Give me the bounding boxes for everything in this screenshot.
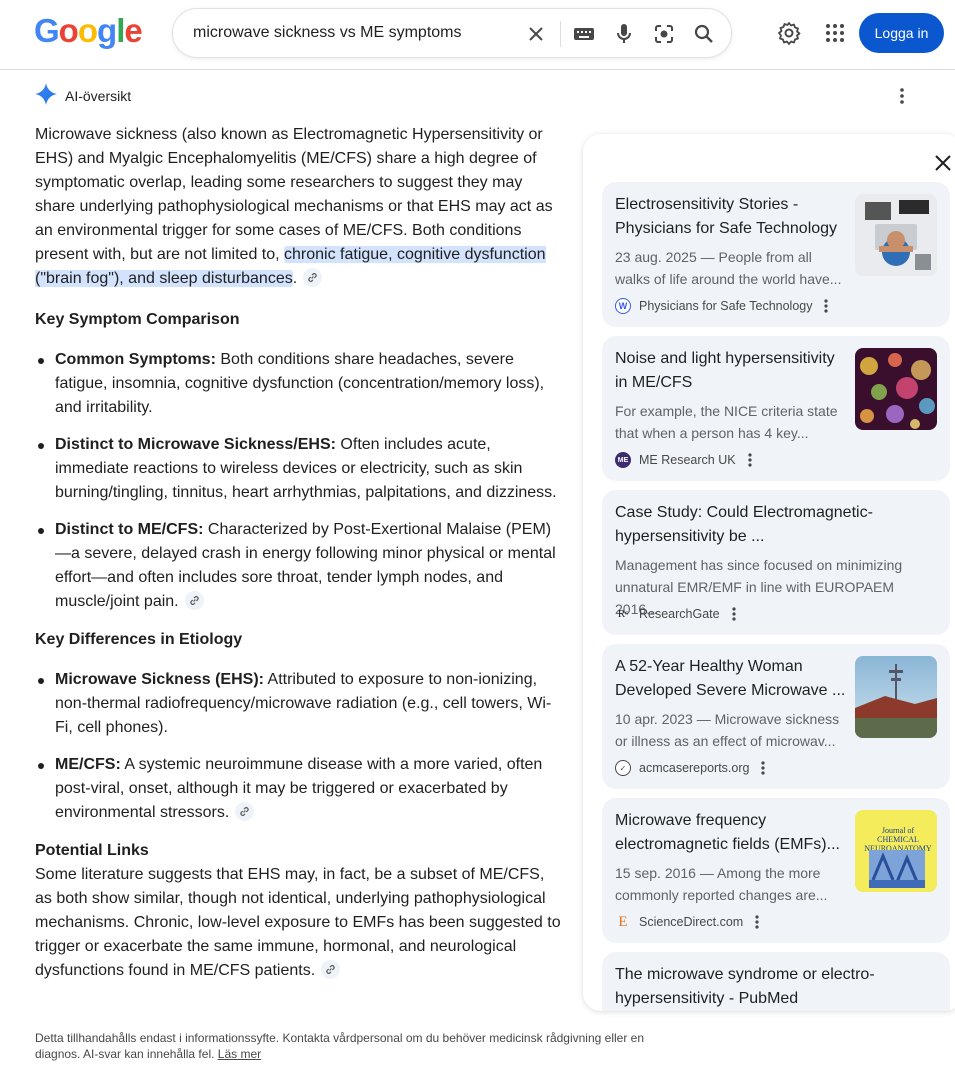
list-item: Distinct to Microwave Sickness/EHS: Ofte…: [35, 433, 565, 505]
search-input[interactable]: microwave sickness vs ME symptoms: [193, 24, 462, 42]
keyboard-icon[interactable]: [572, 22, 596, 46]
search-divider: [560, 21, 561, 47]
more-options-icon[interactable]: [824, 299, 829, 313]
source-thumbnail[interactable]: [855, 656, 937, 738]
source-attribution: E ScienceDirect.com: [615, 912, 759, 932]
microphone-icon[interactable]: [612, 22, 636, 46]
source-card[interactable]: Electrosensitivity Stories - Physicians …: [602, 182, 950, 327]
source-title[interactable]: Electrosensitivity Stories - Physicians …: [615, 193, 847, 241]
intro-paragraph: Microwave sickness (also known as Electr…: [35, 126, 553, 288]
etiology-list: Microwave Sickness (EHS): Attributed to …: [35, 668, 565, 825]
journal-cover-title: Journal of CHEMICAL NEUROANATOMY: [864, 826, 932, 853]
search-box[interactable]: microwave sickness vs ME symptoms: [172, 8, 732, 58]
source-name: Physicians for Safe Technology: [639, 299, 813, 313]
elsevier-icon: E: [618, 913, 628, 930]
source-thumbnail[interactable]: [855, 194, 937, 276]
source-attribution: ✓ acmcasereports.org: [615, 758, 766, 778]
link-icon[interactable]: [303, 268, 323, 288]
source-card[interactable]: Noise and light hypersensitivity in ME/C…: [602, 336, 950, 481]
login-button[interactable]: Logga in: [859, 13, 944, 53]
links-paragraph: Some literature suggests that EHS may, i…: [35, 866, 561, 980]
close-icon[interactable]: [930, 150, 955, 176]
sparkle-icon: [35, 82, 57, 110]
source-card[interactable]: A 52-Year Healthy Woman Developed Severe…: [602, 644, 950, 789]
source-title[interactable]: A 52-Year Healthy Woman Developed Severe…: [615, 655, 847, 703]
settings-gear-icon[interactable]: [776, 20, 802, 46]
ai-overview-header: AI-översikt: [35, 82, 132, 110]
source-snippet: 15 sep. 2016 — Among the more commonly r…: [615, 865, 828, 903]
link-icon[interactable]: [321, 960, 341, 980]
list-item: Microwave Sickness (EHS): Attributed to …: [35, 668, 565, 740]
source-card[interactable]: The microwave syndrome or electro-hypers…: [602, 952, 950, 1011]
list-item: Distinct to ME/CFS: Characterized by Pos…: [35, 518, 565, 614]
source-name: ME Research UK: [639, 453, 736, 467]
source-title[interactable]: The microwave syndrome or electro-hypers…: [615, 963, 935, 1011]
source-title[interactable]: Microwave frequency electromagnetic fiel…: [615, 809, 847, 857]
more-options-icon[interactable]: [755, 915, 759, 929]
source-attribution: W Physicians for Safe Technology: [615, 296, 829, 316]
search-icon[interactable]: [692, 22, 716, 46]
source-card[interactable]: Case Study: Could Electromagnetic-hypers…: [602, 490, 950, 635]
ai-overview-label: AI-översikt: [65, 88, 132, 104]
top-bar: Google microwave sickness vs ME symptoms…: [0, 0, 955, 70]
source-name: ResearchGate: [639, 607, 720, 621]
link-icon[interactable]: [235, 802, 255, 822]
source-attribution: R6 ResearchGate: [615, 604, 736, 624]
source-snippet: For example, the NICE criteria state tha…: [615, 403, 838, 441]
more-options-icon[interactable]: [747, 453, 752, 467]
list-item: Common Symptoms: Both conditions share h…: [35, 348, 565, 420]
disclaimer: Detta tillhandahålls endast i informatio…: [35, 1031, 645, 1061]
section-heading-symptoms: Key Symptom Comparison: [35, 311, 240, 328]
source-name: acmcasereports.org: [639, 761, 750, 775]
google-logo[interactable]: Google: [34, 12, 143, 50]
wordpress-icon: W: [615, 298, 631, 314]
more-options-icon[interactable]: [732, 607, 736, 621]
list-item: ME/CFS: A systemic neuroimmune disease w…: [35, 753, 565, 825]
researchgate-icon: R6: [617, 608, 629, 620]
link-icon[interactable]: [184, 591, 204, 611]
read-more-link[interactable]: Läs mer: [218, 1047, 261, 1061]
source-title[interactable]: Case Study: Could Electromagnetic-hypers…: [615, 501, 935, 549]
source-thumbnail[interactable]: [855, 348, 937, 430]
source-attribution: ME ME Research UK: [615, 450, 752, 470]
sources-panel: Electrosensitivity Stories - Physicians …: [583, 134, 955, 1011]
me-research-icon: ME: [615, 452, 631, 468]
more-options-icon[interactable]: [890, 84, 914, 108]
source-thumbnail[interactable]: Journal of CHEMICAL NEUROANATOMY: [855, 810, 937, 892]
section-heading-etiology: Key Differences in Etiology: [35, 631, 243, 648]
source-name: ScienceDirect.com: [639, 915, 744, 929]
symptom-list: Common Symptoms: Both conditions share h…: [35, 348, 565, 614]
lens-camera-icon[interactable]: [652, 22, 676, 46]
clear-icon[interactable]: [524, 22, 548, 46]
ai-overview-body: Microwave sickness (also known as Electr…: [35, 123, 565, 983]
source-card[interactable]: Microwave frequency electromagnetic fiel…: [602, 798, 950, 943]
more-options-icon[interactable]: [761, 761, 766, 775]
source-snippet: 10 apr. 2023 — Microwave sickness or ill…: [615, 711, 840, 749]
section-heading-links: Potential Links: [35, 842, 149, 859]
source-snippet: 23 aug. 2025 — People from all walks of …: [615, 249, 842, 287]
source-title[interactable]: Noise and light hypersensitivity in ME/C…: [615, 347, 847, 395]
apps-grid-icon[interactable]: [822, 20, 848, 46]
acm-icon: ✓: [615, 760, 631, 776]
